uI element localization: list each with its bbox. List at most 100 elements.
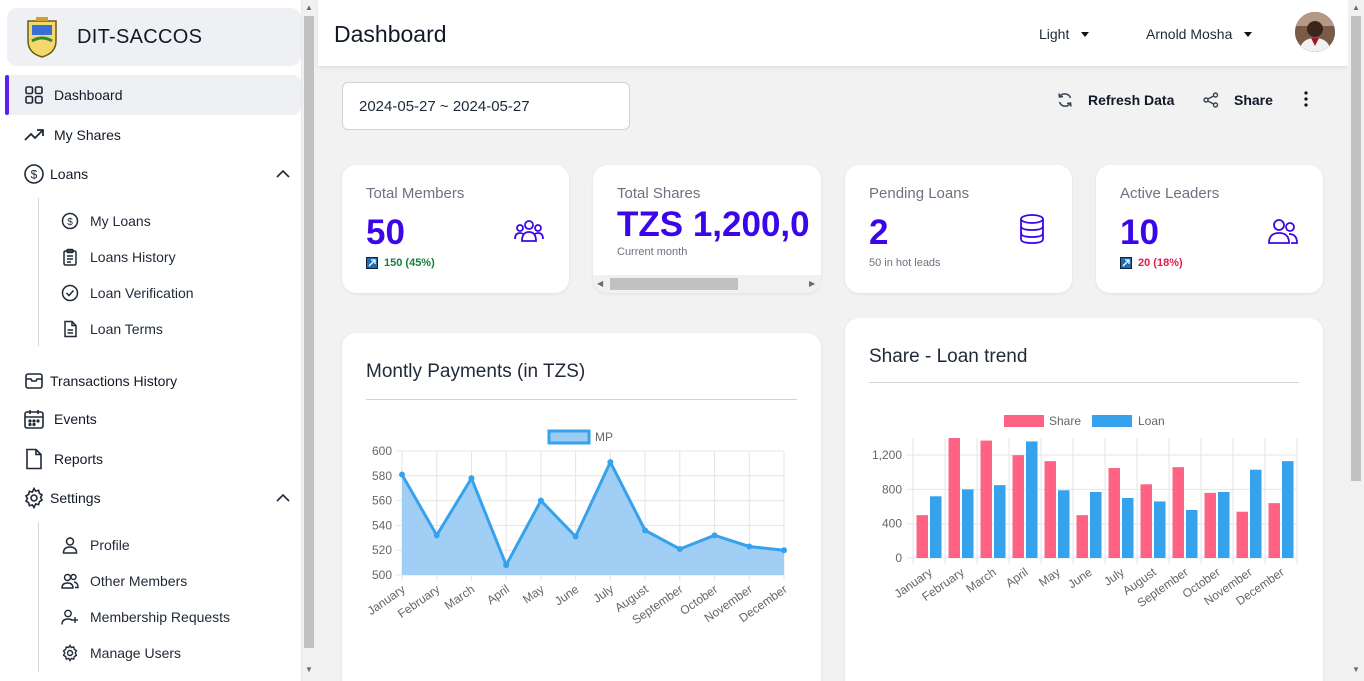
sidebar-item-events[interactable]: Events [7,399,301,439]
scrollbar-thumb[interactable] [1351,16,1361,481]
check-circle-icon [60,283,80,303]
y-tick-label: 600 [372,444,392,458]
x-tick-label: June [552,582,582,609]
bar-loan [1058,490,1070,558]
gear-icon [23,487,45,509]
data-point [711,532,718,539]
trending-up-icon [23,124,45,146]
more-options-icon[interactable] [1298,89,1314,109]
bar-share [980,440,992,558]
scroll-right-arrow[interactable]: ▶ [809,279,815,288]
app-name: DIT-SACCOS [77,25,203,48]
y-tick-label: 800 [882,482,902,496]
data-point [781,547,787,554]
sidebar-item-loan-verification[interactable]: Loan Verification [60,277,300,309]
legend-swatch [1004,415,1044,427]
theme-label: Light [1039,26,1070,42]
x-tick-label: March [442,582,477,613]
stat-card-total-members: Total Members 50 150 (45%) [342,165,569,293]
scrollbar-thumb[interactable] [304,16,314,648]
cog-icon [60,643,80,663]
avatar[interactable] [1295,12,1335,52]
top-header: Dashboard Light Arnold Mosha [318,0,1348,66]
bar-share [1268,503,1280,558]
sidebar-item-settings[interactable]: Settings [7,478,301,518]
sidebar-scrollbar[interactable]: ▲ ▼ [302,0,316,681]
page-title: Dashboard [334,21,447,47]
divider [366,399,797,400]
sidebar-item-loans[interactable]: $ Loans [7,154,301,194]
scrollbar-thumb[interactable] [610,278,738,290]
sidebar-item-dashboard[interactable]: Dashboard [5,75,301,115]
theme-dropdown[interactable]: Light [1039,26,1090,42]
chart-title: Share - Loan trend [869,346,1028,367]
sidebar-item-label: Loans History [90,249,176,265]
svg-text:$: $ [31,168,38,182]
horizontal-scrollbar[interactable]: ◀ ▶ [593,275,821,293]
stat-value: TZS 1,200,0 [617,205,810,244]
sidebar-item-my-shares[interactable]: My Shares [7,115,301,155]
share-loan-trend-card: Share - Loan trend 0 400 800 1,200 January Fe… [845,318,1323,681]
sidebar-item-profile[interactable]: Profile [60,529,300,561]
scroll-down-arrow[interactable]: ▼ [305,666,313,674]
stat-trend: 150 (45%) [366,257,435,269]
chevron-up-icon[interactable] [275,166,291,182]
dollar-circle-icon: $ [60,211,80,231]
share-button[interactable]: Share [1202,90,1273,110]
stat-label: Total Shares [617,185,701,202]
y-tick-label: 1,200 [872,448,902,462]
refresh-data-button[interactable]: Refresh Data [1056,90,1174,110]
brand[interactable]: DIT-SACCOS [7,8,301,66]
sidebar-item-other-members[interactable]: Other Members [60,565,300,597]
data-point [503,562,510,569]
sidebar-item-membership-requests[interactable]: Membership Requests [60,601,300,633]
x-tick-label: March [963,565,998,596]
archive-icon [23,370,45,392]
clipboard-icon [60,247,80,267]
sidebar-item-loan-terms[interactable]: Loan Terms [60,313,300,345]
x-tick-label: May [520,582,547,606]
bar-loan [1186,510,1198,558]
sidebar-item-manage-users[interactable]: Manage Users [60,637,300,669]
date-range-picker[interactable]: 2024-05-27 ~ 2024-05-27 [342,82,630,130]
tree-line [38,522,39,672]
legend-swatch [1092,415,1132,427]
scroll-down-arrow[interactable]: ▼ [1352,666,1360,674]
bar-share [916,515,928,558]
stat-value: 50 [366,213,405,252]
users-group-icon [514,220,544,242]
stat-value: 2 [869,213,889,252]
user-dropdown[interactable]: Arnold Mosha [1146,26,1253,42]
y-tick-label: 540 [372,518,392,532]
sidebar-item-loans-history[interactable]: Loans History [60,241,300,273]
tree-line [38,198,39,346]
y-tick-label: 500 [372,568,392,582]
legend-label: Loan [1138,414,1165,428]
sidebar-item-label: Settings [50,490,101,506]
legend-label: Share [1049,414,1081,428]
bar-share [1172,467,1184,558]
sidebar-item-my-loans[interactable]: $ My Loans [60,205,300,237]
dollar-circle-icon: $ [23,163,45,185]
scroll-up-arrow[interactable]: ▲ [1352,4,1360,12]
scroll-up-arrow[interactable]: ▲ [305,4,313,12]
sidebar-item-transactions-history[interactable]: Transactions History [7,361,301,401]
refresh-icon [1056,91,1074,109]
bar-share [1236,511,1248,558]
caret-down-icon [1081,31,1090,37]
bar-loan [1282,461,1294,558]
scroll-left-arrow[interactable]: ◀ [597,279,603,288]
stat-value: 10 [1120,213,1159,252]
chevron-up-icon[interactable] [275,490,291,506]
sidebar-item-reports[interactable]: Reports [7,439,301,479]
share-icon [1202,91,1220,109]
page-scrollbar[interactable]: ▲ ▼ [1348,0,1364,681]
data-point [537,497,544,504]
bar-loan [1026,441,1038,558]
caret-down-icon [1244,31,1253,37]
data-point [572,533,579,540]
stat-label: Pending Loans [869,185,970,202]
legend-swatch [547,429,591,445]
data-point [746,543,753,550]
sidebar-item-label: Manage Users [90,645,182,661]
